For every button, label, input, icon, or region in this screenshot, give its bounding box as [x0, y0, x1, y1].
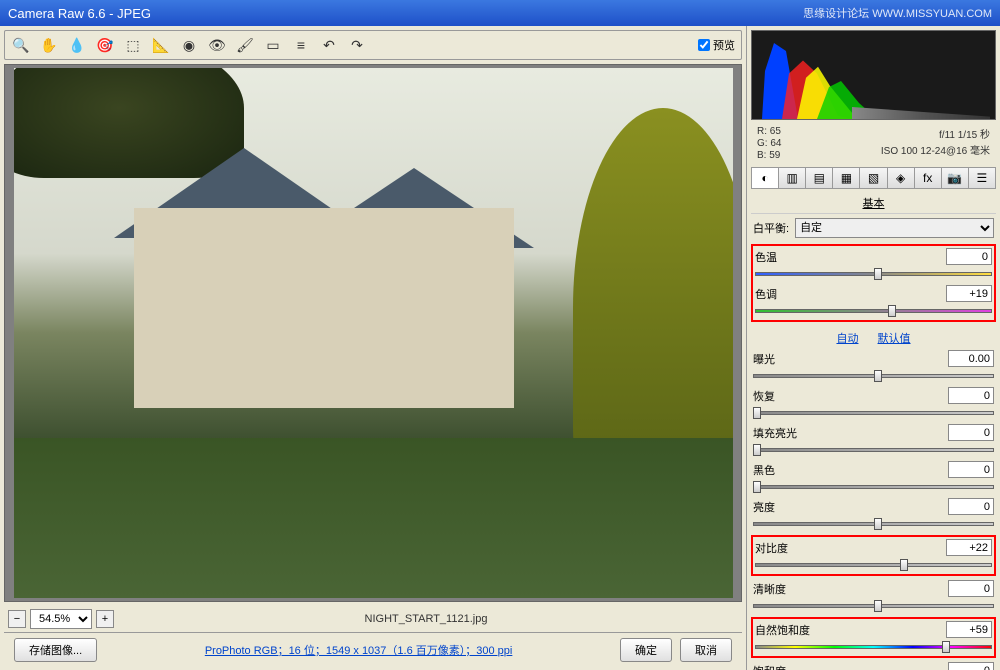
tab-curve[interactable]: ▥	[779, 168, 806, 188]
filename-label: NIGHT_START_1121.jpg	[365, 613, 488, 625]
brush-icon[interactable]: 🖌	[235, 35, 255, 55]
titlebar: Camera Raw 6.6 - JPEG 思缘设计论坛 WWW.MISSYUA…	[0, 0, 1000, 26]
tab-hsl[interactable]: ▦	[833, 168, 860, 188]
black-value[interactable]	[948, 461, 994, 478]
temp-label: 色温	[755, 249, 777, 265]
preview-label: 预览	[713, 37, 735, 53]
redeye-icon[interactable]: 👁	[207, 35, 227, 55]
temp-tint-group: 色温 色调	[751, 244, 996, 322]
recovery-label: 恢复	[753, 388, 775, 404]
rotate-ccw-icon[interactable]: ↶	[319, 35, 339, 55]
auto-link[interactable]: 自动	[836, 333, 858, 345]
footer: 存储图像... ProPhoto RGB；16 位；1549 x 1037（1.…	[4, 632, 742, 666]
straighten-icon[interactable]: 📐	[151, 35, 171, 55]
workflow-link[interactable]: ProPhoto RGB；16 位；1549 x 1037（1.6 百万像素）；…	[205, 642, 513, 658]
auto-row: 自动 默认值	[753, 326, 994, 350]
right-panel: R: 65 G: 64 B: 59 f/11 1/15 秒 ISO 100 12…	[746, 26, 1000, 670]
fill-value[interactable]	[948, 424, 994, 441]
tab-fx[interactable]: fx	[915, 168, 942, 188]
exposure-slider[interactable]	[753, 369, 994, 383]
cancel-button[interactable]: 取消	[680, 638, 732, 662]
tab-camera[interactable]: 📷	[942, 168, 969, 188]
vibrance-value[interactable]	[946, 621, 992, 638]
exposure-value[interactable]	[948, 350, 994, 367]
exposure-label: 曝光	[753, 351, 775, 367]
histogram[interactable]	[751, 30, 996, 120]
rotate-cw-icon[interactable]: ↷	[347, 35, 367, 55]
clarity-slider[interactable]	[753, 599, 994, 613]
left-panel: 🔍 ✋ 💧 🎯 ⬚ 📐 ◉ 👁 🖌 ▭ ≡ ↶ ↷ 预览	[0, 26, 746, 670]
recovery-value[interactable]	[948, 387, 994, 404]
contrast-value[interactable]	[946, 539, 992, 556]
main-content: 🔍 ✋ 💧 🎯 ⬚ 📐 ◉ 👁 🖌 ▭ ≡ ↶ ↷ 预览	[0, 26, 1000, 670]
tab-lens[interactable]: ◈	[888, 168, 915, 188]
watermark: 思缘设计论坛 WWW.MISSYUAN.COM	[803, 5, 992, 21]
rgb-readout: R: 65 G: 64 B: 59	[757, 126, 781, 161]
info-row: R: 65 G: 64 B: 59 f/11 1/15 秒 ISO 100 12…	[747, 124, 1000, 163]
image-viewport[interactable]	[4, 64, 742, 602]
eyedropper-icon[interactable]: 💧	[67, 35, 87, 55]
photo-preview	[14, 68, 733, 598]
clarity-value[interactable]	[948, 580, 994, 597]
brightness-slider[interactable]	[753, 517, 994, 531]
recovery-slider[interactable]	[753, 406, 994, 420]
hand-tool-icon[interactable]: ✋	[39, 35, 59, 55]
tint-value[interactable]	[946, 285, 992, 302]
contrast-label: 对比度	[755, 540, 788, 556]
zoom-in-button[interactable]: +	[96, 610, 114, 628]
panel-tabs: ◐ ▥ ▤ ▦ ▧ ◈ fx 📷 ☰	[751, 167, 996, 189]
fill-slider[interactable]	[753, 443, 994, 457]
preview-toggle[interactable]: 预览	[698, 37, 735, 53]
default-link[interactable]: 默认值	[878, 333, 911, 345]
black-slider[interactable]	[753, 480, 994, 494]
zoom-tool-icon[interactable]: 🔍	[11, 35, 31, 55]
wb-row: 白平衡: 自定	[753, 218, 994, 238]
preview-checkbox[interactable]	[698, 39, 710, 51]
save-image-button[interactable]: 存储图像...	[14, 638, 97, 662]
toolbar: 🔍 ✋ 💧 🎯 ⬚ 📐 ◉ 👁 🖌 ▭ ≡ ↶ ↷ 预览	[4, 30, 742, 60]
tab-detail[interactable]: ▤	[806, 168, 833, 188]
wb-select[interactable]: 自定	[795, 218, 994, 238]
zoom-select[interactable]: 54.5%	[30, 609, 92, 629]
tint-label: 色调	[755, 286, 777, 302]
sampler-icon[interactable]: 🎯	[95, 35, 115, 55]
window-title: Camera Raw 6.6 - JPEG	[8, 6, 151, 21]
fill-label: 填充亮光	[753, 425, 797, 441]
temp-slider[interactable]	[755, 267, 992, 281]
gradient-icon[interactable]: ▭	[263, 35, 283, 55]
vibrance-slider[interactable]	[755, 640, 992, 654]
tint-slider[interactable]	[755, 304, 992, 318]
vibrance-label: 自然饱和度	[755, 622, 810, 638]
wb-label: 白平衡:	[753, 220, 789, 236]
exif-readout: f/11 1/15 秒 ISO 100 12-24@16 毫米	[881, 126, 990, 161]
prefs-icon[interactable]: ≡	[291, 35, 311, 55]
temp-value[interactable]	[946, 248, 992, 265]
brightness-label: 亮度	[753, 499, 775, 515]
saturation-value[interactable]	[948, 662, 994, 670]
tab-basic[interactable]: ◐	[752, 168, 779, 188]
basic-panel: 白平衡: 自定 色温 色调 自动 默认值 曝光 恢复 填充亮光 黑色 亮度 对比…	[747, 214, 1000, 670]
panel-title: 基本	[751, 193, 996, 214]
zoom-out-button[interactable]: −	[8, 610, 26, 628]
spot-icon[interactable]: ◉	[179, 35, 199, 55]
clarity-label: 清晰度	[753, 581, 786, 597]
zoom-bar: − 54.5% + NIGHT_START_1121.jpg	[4, 606, 742, 632]
black-label: 黑色	[753, 462, 775, 478]
crop-icon[interactable]: ⬚	[123, 35, 143, 55]
contrast-slider[interactable]	[755, 558, 992, 572]
tab-presets[interactable]: ☰	[969, 168, 995, 188]
brightness-value[interactable]	[948, 498, 994, 515]
tab-split[interactable]: ▧	[860, 168, 887, 188]
ok-button[interactable]: 确定	[620, 638, 672, 662]
saturation-label: 饱和度	[753, 663, 786, 670]
